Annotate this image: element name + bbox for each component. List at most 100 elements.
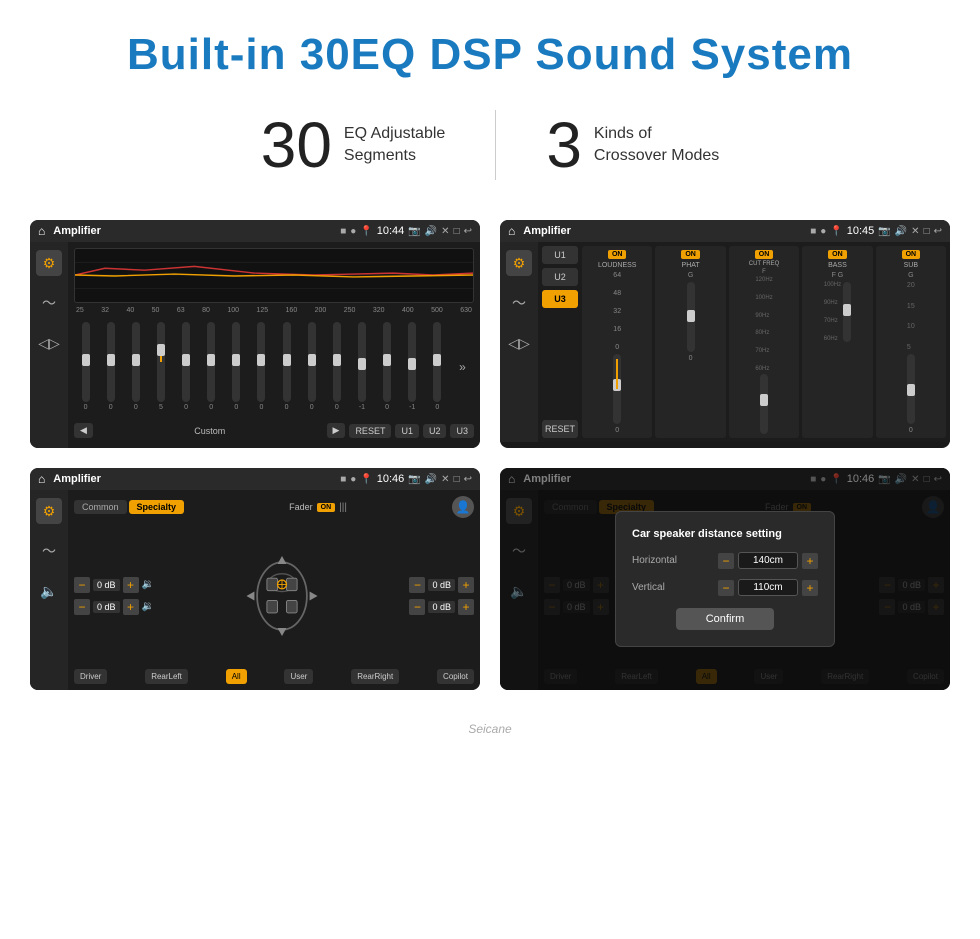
horizontal-value-box: − 140cm + bbox=[718, 552, 818, 569]
channel-u3-btn[interactable]: U3 bbox=[542, 290, 578, 308]
screen2-icon1: ■ bbox=[810, 226, 816, 237]
eq-main: 2532405063 80100125160200 25032040050063… bbox=[68, 242, 480, 448]
rr-plus-btn[interactable]: + bbox=[458, 599, 474, 615]
rl-db-control: − 0 dB + 🔉 bbox=[74, 599, 154, 615]
horizontal-row: Horizontal − 140cm + bbox=[632, 552, 818, 569]
crossover-reset-btn[interactable]: RESET bbox=[542, 420, 578, 438]
rr-minus-btn[interactable]: − bbox=[409, 599, 425, 615]
rear-left-btn[interactable]: RearLeft bbox=[145, 669, 188, 684]
sidebar-wave-icon[interactable]: 〜 bbox=[36, 290, 62, 316]
copilot-btn[interactable]: Copilot bbox=[437, 669, 474, 684]
eq-graph bbox=[74, 248, 474, 303]
fr-db-value: 0 dB bbox=[428, 579, 455, 591]
rear-right-btn[interactable]: RearRight bbox=[351, 669, 399, 684]
sidebar-vol-icon-2[interactable]: ◁▷ bbox=[506, 330, 532, 356]
phat-on-badge: ON bbox=[681, 250, 700, 259]
screen3-vol: 🔊 bbox=[425, 474, 437, 485]
eq-slider-10[interactable]: 0 bbox=[325, 322, 348, 411]
screen2-sq: □ bbox=[924, 226, 930, 237]
profile-icon-3: 👤 bbox=[452, 496, 474, 518]
eq-next-btn[interactable]: ▶ bbox=[327, 423, 346, 438]
screen3-content: ⚙ 〜 🔈 Common Specialty Fader ON ||| � bbox=[30, 490, 480, 690]
driver-btn[interactable]: Driver bbox=[74, 669, 107, 684]
home-icon-2: ⌂ bbox=[508, 224, 515, 238]
eq-slider-12[interactable]: 0 bbox=[376, 322, 399, 411]
rl-spk-icon: 🔉 bbox=[142, 601, 154, 612]
fader-label: Fader bbox=[289, 502, 313, 512]
tab-specialty-btn[interactable]: Specialty bbox=[129, 500, 185, 514]
dialog-title: Car speaker distance setting bbox=[632, 528, 818, 540]
screen3-cam: 📷 bbox=[408, 474, 420, 485]
sidebar-wave-icon-2[interactable]: 〜 bbox=[506, 290, 532, 316]
screen-fader-dialog: ⌂ Amplifier ■ ● 📍 10:46 📷 🔊 ✕ □ ↩ ⚙ 〜 🔈 … bbox=[500, 468, 950, 690]
eq-slider-1[interactable]: 0 bbox=[99, 322, 122, 411]
sidebar-wave-icon-3[interactable]: 〜 bbox=[36, 538, 62, 564]
fr-plus-btn[interactable]: + bbox=[458, 577, 474, 593]
eq-reset-btn[interactable]: RESET bbox=[349, 424, 391, 438]
sidebar-eq-icon-3[interactable]: ⚙ bbox=[36, 498, 62, 524]
sub-on-badge: ON bbox=[902, 250, 921, 259]
vertical-plus-btn[interactable]: + bbox=[802, 580, 818, 596]
eq-u1-btn[interactable]: U1 bbox=[395, 424, 419, 438]
eq-slider-0[interactable]: 0 bbox=[74, 322, 97, 411]
screen1-icon1: ■ bbox=[340, 226, 346, 237]
fr-db-control: − 0 dB + bbox=[409, 577, 474, 593]
rr-db-control: − 0 dB + bbox=[409, 599, 474, 615]
channel-u2-btn[interactable]: U2 bbox=[542, 268, 578, 286]
screen2-content: ⚙ 〜 ◁▷ U1 U2 U3 RESET ON LOUDNESS bbox=[500, 242, 950, 442]
location-icon-2: 📍 bbox=[830, 226, 842, 237]
eq-curve-svg bbox=[75, 249, 473, 302]
eq-prev-btn[interactable]: ◀ bbox=[74, 423, 93, 438]
eq-slider-5[interactable]: 0 bbox=[200, 322, 223, 411]
eq-sliders: 0 0 0 bbox=[74, 318, 474, 415]
eq-slider-6[interactable]: 0 bbox=[225, 322, 248, 411]
horizontal-plus-btn[interactable]: + bbox=[802, 553, 818, 569]
screen-eq: ⌂ Amplifier ■ ● 📍 10:44 📷 🔊 ✕ □ ↩ ⚙ 〜 ◁▷ bbox=[30, 220, 480, 448]
all-btn[interactable]: All bbox=[226, 669, 247, 684]
tab-common-btn[interactable]: Common bbox=[74, 500, 127, 514]
cutfreq-label: CUT FREQ bbox=[749, 261, 780, 267]
eq-slider-13[interactable]: -1 bbox=[401, 322, 424, 411]
cutfreq-on-badge: ON bbox=[755, 250, 774, 259]
vertical-minus-btn[interactable]: − bbox=[718, 580, 734, 596]
rl-plus-btn[interactable]: + bbox=[123, 599, 139, 615]
sidebar-spk-icon-3[interactable]: 🔈 bbox=[36, 578, 62, 604]
eq-slider-8[interactable]: 0 bbox=[275, 322, 298, 411]
speaker-distance-dialog-overlay: Car speaker distance setting Horizontal … bbox=[500, 468, 950, 690]
eq-slider-3[interactable]: 5 bbox=[149, 322, 172, 411]
screen3-title: Amplifier bbox=[53, 473, 336, 485]
eq-slider-2[interactable]: 0 bbox=[124, 322, 147, 411]
fl-plus-btn[interactable]: + bbox=[123, 577, 139, 593]
eq-u3-btn[interactable]: U3 bbox=[450, 424, 474, 438]
screen3-sidebar: ⚙ 〜 🔈 bbox=[30, 490, 68, 690]
eq-expand[interactable]: » bbox=[451, 360, 474, 374]
confirm-button[interactable]: Confirm bbox=[676, 608, 775, 630]
fader-slider-icon: ||| bbox=[339, 502, 347, 513]
fr-minus-btn[interactable]: − bbox=[409, 577, 425, 593]
eq-slider-14[interactable]: 0 bbox=[426, 322, 449, 411]
horizontal-value: 140cm bbox=[738, 552, 798, 569]
rl-minus-btn[interactable]: − bbox=[74, 599, 90, 615]
sidebar-vol-icon[interactable]: ◁▷ bbox=[36, 330, 62, 356]
sidebar-eq-icon[interactable]: ⚙ bbox=[36, 250, 62, 276]
vertical-value: 110cm bbox=[738, 579, 798, 596]
eq-slider-11[interactable]: -1 bbox=[350, 322, 373, 411]
vertical-label: Vertical bbox=[632, 582, 665, 593]
sidebar-eq-icon-2[interactable]: ⚙ bbox=[506, 250, 532, 276]
loudness-label: LOUDNESS bbox=[598, 262, 637, 269]
stat-eq-desc2: Segments bbox=[344, 145, 445, 167]
eq-slider-4[interactable]: 0 bbox=[175, 322, 198, 411]
screen-fader: ⌂ Amplifier ■ ● 📍 10:46 📷 🔊 ✕ □ ↩ ⚙ 〜 🔈 bbox=[30, 468, 480, 690]
eq-u2-btn[interactable]: U2 bbox=[423, 424, 447, 438]
eq-slider-7[interactable]: 0 bbox=[250, 322, 273, 411]
bass-on-badge: ON bbox=[828, 250, 847, 259]
horizontal-minus-btn[interactable]: − bbox=[718, 553, 734, 569]
channel-u1-btn[interactable]: U1 bbox=[542, 246, 578, 264]
screen3-time: 10:46 bbox=[377, 473, 405, 485]
fl-minus-btn[interactable]: − bbox=[74, 577, 90, 593]
bass-label: BASS bbox=[828, 262, 847, 269]
screen2-sidebar: ⚙ 〜 ◁▷ bbox=[500, 242, 538, 442]
user-btn[interactable]: User bbox=[284, 669, 313, 684]
screen2-x: ✕ bbox=[911, 226, 919, 237]
eq-slider-9[interactable]: 0 bbox=[300, 322, 323, 411]
